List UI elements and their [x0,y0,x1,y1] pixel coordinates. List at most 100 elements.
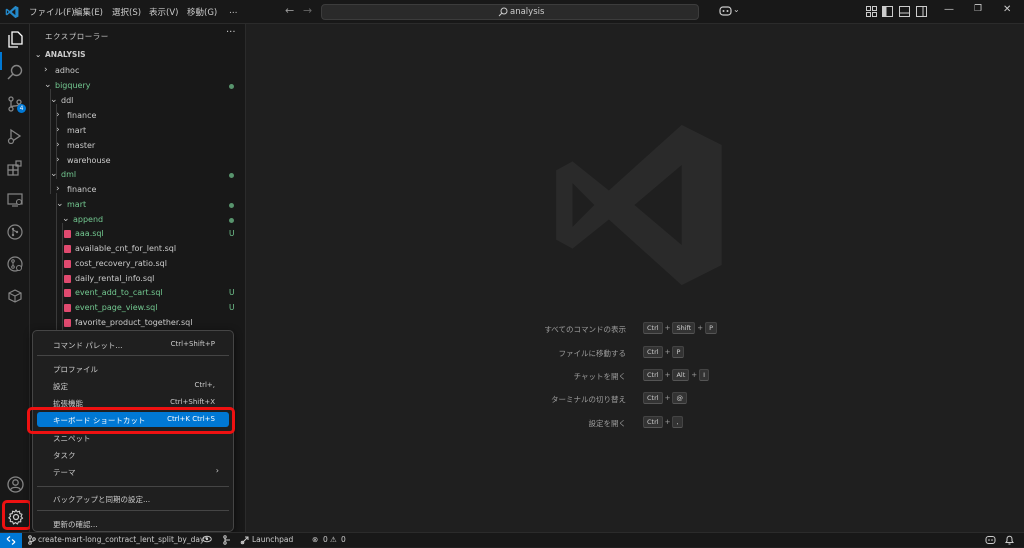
tree-item-label: event_page_view.sql [75,303,158,312]
folder-item[interactable]: ⌄ mart [30,198,245,213]
errors-count[interactable]: 0 [323,535,328,544]
remote-indicator-button[interactable] [0,533,22,548]
untracked-badge: U [229,229,235,238]
gitlens-graph-icon[interactable] [222,535,232,547]
menu-profile[interactable]: プロファイル [37,361,229,376]
sidebar-more-button[interactable]: ··· [226,27,236,38]
menu-item-label: 設定 [53,382,68,391]
hint-keys: Ctrl + P [643,346,685,358]
command-center-search[interactable]: analysis [321,4,699,20]
copilot-icon[interactable] [719,5,732,19]
scm-count-badge: 4 [17,104,26,113]
menu-file[interactable]: ファイル(F) [29,6,75,18]
plus-sign: + [697,324,704,332]
menu-item-label: テーマ [53,468,76,477]
menu-item-label: バックアップと同期の設定... [53,495,151,504]
hint-label: ファイルに移動する [558,349,627,358]
folder-item[interactable]: › master [30,139,245,154]
database-icon[interactable] [7,288,23,306]
launchpad-label[interactable]: Launchpad [252,535,293,544]
close-icon[interactable]: ✕ [1003,4,1011,15]
workspace-section-header[interactable]: ⌄ ANALYSIS [35,50,86,59]
menu-more[interactable]: … [229,6,238,16]
chevron-down-icon[interactable]: ⌄ [733,5,740,14]
folder-item[interactable]: › mart [30,124,245,139]
folder-item[interactable]: ⌄ ddl [30,94,245,109]
gitlens-icon[interactable] [7,256,23,274]
menu-view[interactable]: 表示(V) [149,6,178,18]
keycap: Ctrl [643,369,663,381]
keycap: P [672,346,685,358]
untracked-badge: U [229,303,235,312]
indent-guide [56,104,57,179]
hint-keys: Ctrl +, [643,416,683,428]
active-indicator [0,52,2,70]
chevron-right-icon: › [44,65,48,75]
chevron-down-icon: ⌄ [35,50,42,59]
vscode-logo-icon [5,5,19,21]
hint-label: ターミナルの切り替え [551,395,626,404]
menu-tasks[interactable]: タスク [37,447,229,462]
git-graph-icon[interactable] [7,224,23,242]
sql-file-icon [64,260,71,268]
tree-item-label: adhoc [55,66,80,75]
back-arrow-icon[interactable]: ← [285,4,294,17]
folder-item[interactable]: › adhoc [30,64,245,79]
search-icon[interactable] [7,64,23,82]
forward-arrow-icon[interactable]: → [303,4,312,17]
hint-label: すべてのコマンドの表示 [544,325,626,334]
chevron-down-icon: ⌄ [62,214,70,224]
modified-dot-icon [229,173,234,178]
tree-item-label: master [67,141,96,150]
sql-file-icon [64,289,71,297]
explorer-icon[interactable] [7,31,24,50]
folder-item[interactable]: ⌄ bigquery [30,79,245,94]
tree-item-label: bigquery [55,81,91,90]
launchpad-icon[interactable] [240,535,250,547]
account-icon[interactable] [7,476,24,495]
folder-item[interactable]: › finance [30,109,245,124]
branch-icon[interactable] [28,535,36,547]
tree-item-label: aaa.sql [75,229,104,238]
editor-hint-row: 設定を開く Ctrl +, [506,416,806,430]
customize-layout-icon[interactable] [866,6,877,19]
keycap: Ctrl [643,346,663,358]
menu-edit[interactable]: 編集(E) [74,6,103,18]
minimize-icon[interactable]: — [944,4,954,15]
toggle-secondary-sidebar-icon[interactable] [916,6,927,19]
keycap: Alt [672,369,690,381]
menu-themes[interactable]: テーマ › [37,464,229,479]
menu-command-palette[interactable]: コマンド パレット... Ctrl+Shift+P [37,337,229,352]
notifications-bell-icon[interactable] [1005,535,1014,547]
copilot-status-icon[interactable] [985,535,996,547]
remote-explorer-icon[interactable] [7,192,23,210]
menu-selection[interactable]: 選択(S) [112,6,141,18]
plus-sign: + [664,348,671,356]
modified-dot-icon [229,84,234,89]
status-bar: create-mart-long_contract_lent_split_by_… [0,532,1024,548]
branch-name[interactable]: create-mart-long_contract_lent_split_by_… [38,535,208,544]
folder-item[interactable]: ⌄ dml [30,168,245,183]
run-debug-icon[interactable] [7,128,23,146]
menu-settings[interactable]: 設定 Ctrl+, [37,378,229,393]
warnings-icon[interactable]: ⚠ [330,535,337,544]
extensions-icon[interactable] [7,160,23,178]
warnings-count[interactable]: 0 [341,535,346,544]
tree-item-label: mart [67,126,87,135]
menu-check-updates[interactable]: 更新の確認... [37,516,229,531]
errors-icon[interactable]: ⊗ [312,535,318,544]
menu-backup-sync[interactable]: バックアップと同期の設定... [37,491,229,506]
keyboard-shortcuts-highlight [27,407,235,434]
restore-icon[interactable]: ❐ [974,4,982,14]
toggle-panel-icon[interactable] [899,6,910,19]
tree-item-label: finance [67,111,97,120]
folder-item[interactable]: › finance [30,183,245,198]
sync-eye-icon[interactable] [202,535,212,545]
folder-item[interactable]: › warehouse [30,154,245,169]
hint-label: 設定を開く [588,419,627,428]
toggle-sidebar-icon[interactable] [882,6,893,19]
indent-guide [56,193,57,338]
menu-go[interactable]: 移動(G) [187,6,217,18]
editor-hint-row: ファイルに移動する Ctrl + P [506,346,806,360]
menu-item-shortcut: Ctrl+, [194,381,215,389]
